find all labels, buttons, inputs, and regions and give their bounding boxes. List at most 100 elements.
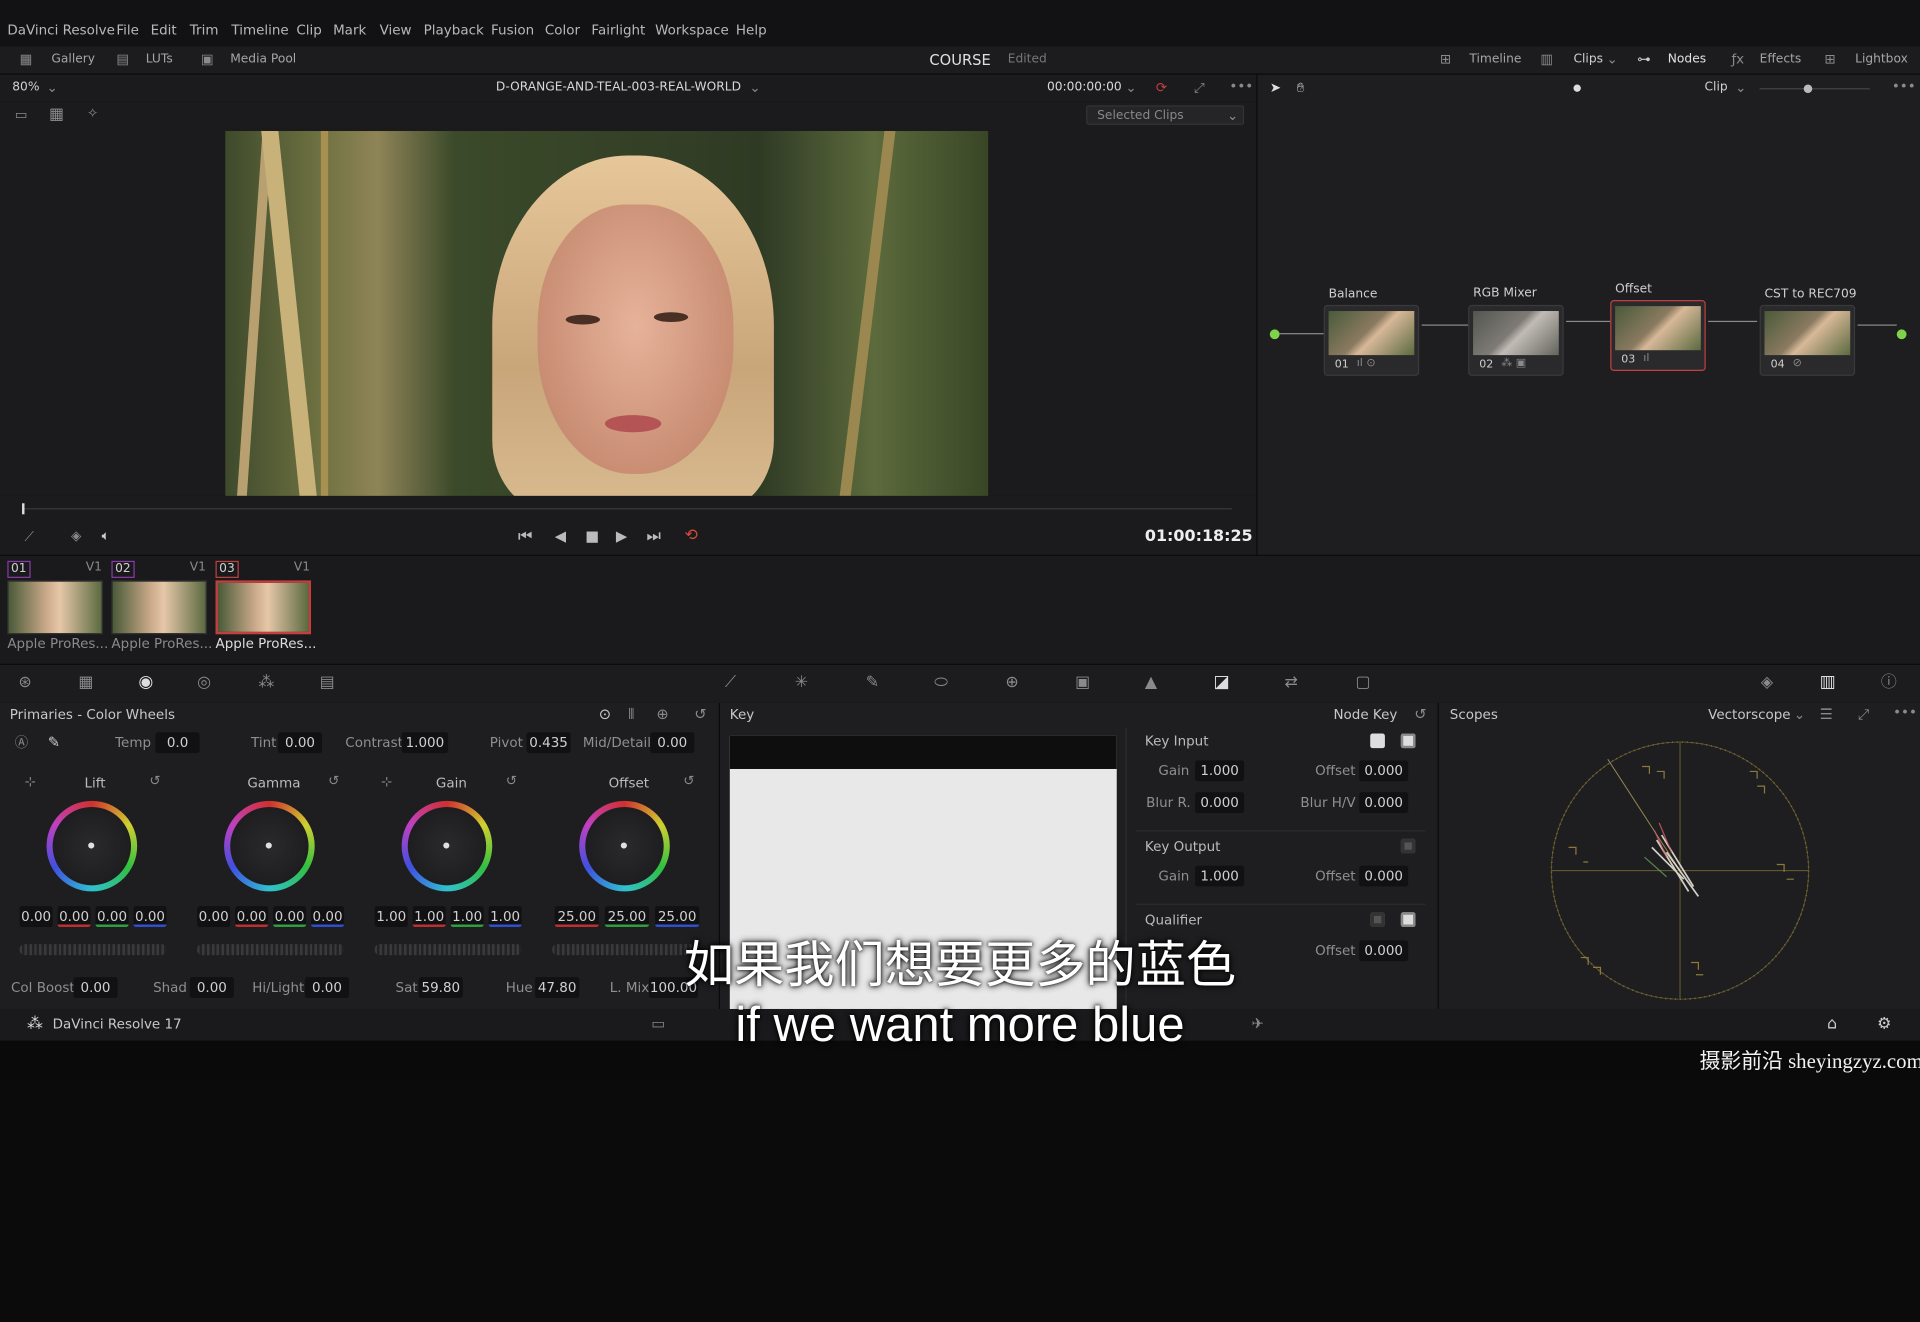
node-balance[interactable]: 01 ıl ⊙ <box>1323 304 1420 376</box>
chevron-down-icon[interactable]: ⌄ <box>1735 81 1746 94</box>
gamma-wheel-handle[interactable] <box>265 842 272 849</box>
viewer-timecode[interactable]: 00:00:00:00 <box>1047 81 1122 94</box>
auto-balance-icon[interactable]: Ⓐ <box>15 736 28 749</box>
speaker-icon[interactable]: 🔈︎ <box>102 529 110 542</box>
temp-field[interactable]: 0.0 <box>155 732 200 754</box>
offset-reset-icon[interactable]: ↺ <box>683 774 694 787</box>
menu-fusion[interactable]: Fusion <box>491 22 534 38</box>
camera-raw-icon[interactable]: ⊛ <box>18 675 31 691</box>
rgb-mixer-icon[interactable]: ⁂ <box>258 675 274 691</box>
menu-color[interactable]: Color <box>545 22 580 38</box>
color-match-icon[interactable]: ▦ <box>78 675 93 691</box>
selected-clips-dropdown[interactable]: Selected Clips ⌄ <box>1086 105 1245 125</box>
key-input-mask-toggle[interactable] <box>1370 733 1385 749</box>
lightbox-button[interactable]: Lightbox <box>1855 53 1908 66</box>
viewer-image[interactable] <box>225 131 989 496</box>
nodes-button[interactable]: Nodes <box>1668 53 1706 66</box>
key-gain-field[interactable]: 1.000 <box>1195 760 1245 782</box>
info-icon[interactable]: ⓘ <box>1881 675 1897 691</box>
scopes-icon[interactable]: ▥ <box>1820 673 1836 690</box>
timeline-button[interactable]: Timeline <box>1469 53 1521 66</box>
node-zoom-handle[interactable] <box>1803 84 1813 94</box>
wheels-mode-icon[interactable]: ⊙ <box>599 707 611 722</box>
magic-mask-icon[interactable]: ▣ <box>1075 675 1090 691</box>
menu-playback[interactable]: Playback <box>424 22 484 38</box>
node-mode-select[interactable]: Clip <box>1705 81 1728 94</box>
menu-app[interactable]: DaVinci Resolve <box>7 22 115 38</box>
node-rgb-mixer[interactable]: 02 ⁂ ▣ <box>1468 304 1564 376</box>
color-wheels-icon[interactable]: ◉ <box>138 673 153 690</box>
clip-1-thumbnail[interactable] <box>7 580 103 635</box>
middetail-field[interactable]: 0.00 <box>650 732 695 754</box>
scope-settings-icon[interactable]: ☰ <box>1820 707 1833 722</box>
menu-help[interactable]: Help <box>736 22 767 38</box>
log-mode-icon[interactable]: ⊕ <box>656 707 668 722</box>
media-pool-button[interactable]: Media Pool <box>230 53 296 66</box>
bars-mode-icon[interactable]: ⦀ <box>628 707 634 722</box>
gain-wheel-handle[interactable] <box>443 842 450 849</box>
pivot-field[interactable]: 0.435 <box>526 732 571 754</box>
key-offset-field[interactable]: 0.000 <box>1359 760 1409 782</box>
effects-icon[interactable]: ƒx <box>1731 53 1744 66</box>
blur-radius-field[interactable]: 0.000 <box>1195 792 1245 814</box>
luts-button[interactable]: LUTs <box>146 53 173 66</box>
luts-icon[interactable]: ▤ <box>116 53 129 66</box>
gallery-button[interactable]: Gallery <box>51 53 95 66</box>
scope-expand-icon[interactable]: ⤢ <box>1858 707 1870 722</box>
lightbox-icon[interactable]: ⊞ <box>1825 53 1836 66</box>
sizing-icon[interactable]: ⇄ <box>1285 675 1298 691</box>
output-node[interactable] <box>1896 329 1907 340</box>
more-icon[interactable]: ••• <box>1892 80 1916 93</box>
key-input-invert-toggle[interactable] <box>1400 733 1416 749</box>
clip-3-thumbnail[interactable] <box>215 580 312 635</box>
play-reverse-icon[interactable]: ◀ <box>555 529 566 544</box>
menu-workspace[interactable]: Workspace <box>655 22 729 38</box>
chevron-down-icon[interactable]: ⌄ <box>749 81 760 94</box>
reset-icon[interactable]: ↺ <box>694 707 706 722</box>
offset-wheel-handle[interactable] <box>620 842 627 849</box>
layers-icon[interactable]: ◈ <box>71 529 81 542</box>
magic-wand-icon[interactable]: ✧ <box>87 107 98 120</box>
motion-effects-icon[interactable]: ▤ <box>320 675 335 691</box>
gallery-icon[interactable]: ▦ <box>20 53 33 66</box>
key-output-toggle[interactable] <box>1400 838 1416 854</box>
skip-to-start-icon[interactable]: ⏮︎ <box>518 529 532 545</box>
wand-tool-icon[interactable]: ⟋ <box>24 530 33 543</box>
chevron-down-icon[interactable]: ⌄ <box>1794 708 1805 721</box>
loop-icon[interactable]: ⟳ <box>1156 81 1167 94</box>
play-icon[interactable]: ▶ <box>616 529 627 544</box>
effects-button[interactable]: Effects <box>1760 53 1802 66</box>
picker-icon[interactable]: ✎ <box>48 735 60 750</box>
grid-view-icon[interactable]: ▦ <box>49 107 64 123</box>
menu-timeline[interactable]: Timeline <box>231 22 288 38</box>
chevron-down-icon[interactable]: ⌄ <box>1125 81 1136 94</box>
node-cst[interactable]: 04 ⊘ <box>1759 304 1856 376</box>
clip-2-thumbnail[interactable] <box>111 580 207 635</box>
menu-view[interactable]: View <box>380 22 412 38</box>
loop-playback-icon[interactable]: ⟲ <box>684 528 697 544</box>
nodes-icon[interactable]: ⊶ <box>1637 53 1650 66</box>
qualifier-icon[interactable]: ✎ <box>866 675 879 691</box>
stop-icon[interactable]: ■ <box>585 529 599 544</box>
menu-clip[interactable]: Clip <box>296 22 321 38</box>
gain-picker-icon[interactable]: ⊹ <box>381 775 392 788</box>
clips-icon[interactable]: ▥ <box>1540 53 1553 66</box>
chevron-down-icon[interactable]: ⌄ <box>1607 53 1618 66</box>
node-offset[interactable]: 03 ıl <box>1610 300 1706 372</box>
pointer-icon[interactable]: ➤ <box>1270 81 1281 94</box>
playhead[interactable] <box>22 503 25 515</box>
lift-picker-icon[interactable]: ⊹ <box>24 775 35 788</box>
lift-reset-icon[interactable]: ↺ <box>149 774 160 787</box>
menu-mark[interactable]: Mark <box>333 22 366 38</box>
window-icon[interactable]: ⬭ <box>934 675 948 691</box>
hdr-wheels-icon[interactable]: ◎ <box>197 675 211 691</box>
3d-icon[interactable]: ▢ <box>1356 675 1371 691</box>
timeline-icon[interactable]: ⊞ <box>1440 53 1451 66</box>
out-gain-field[interactable]: 1.000 <box>1195 865 1245 887</box>
menu-edit[interactable]: Edit <box>151 22 177 38</box>
media-pool-icon[interactable]: ▣ <box>201 53 214 66</box>
zoom-select[interactable]: 80% <box>12 81 39 94</box>
curves-icon[interactable]: ⟋ <box>725 675 736 691</box>
contrast-field[interactable]: 1.000 <box>401 732 449 754</box>
blur-hv-field[interactable]: 0.000 <box>1359 792 1409 814</box>
